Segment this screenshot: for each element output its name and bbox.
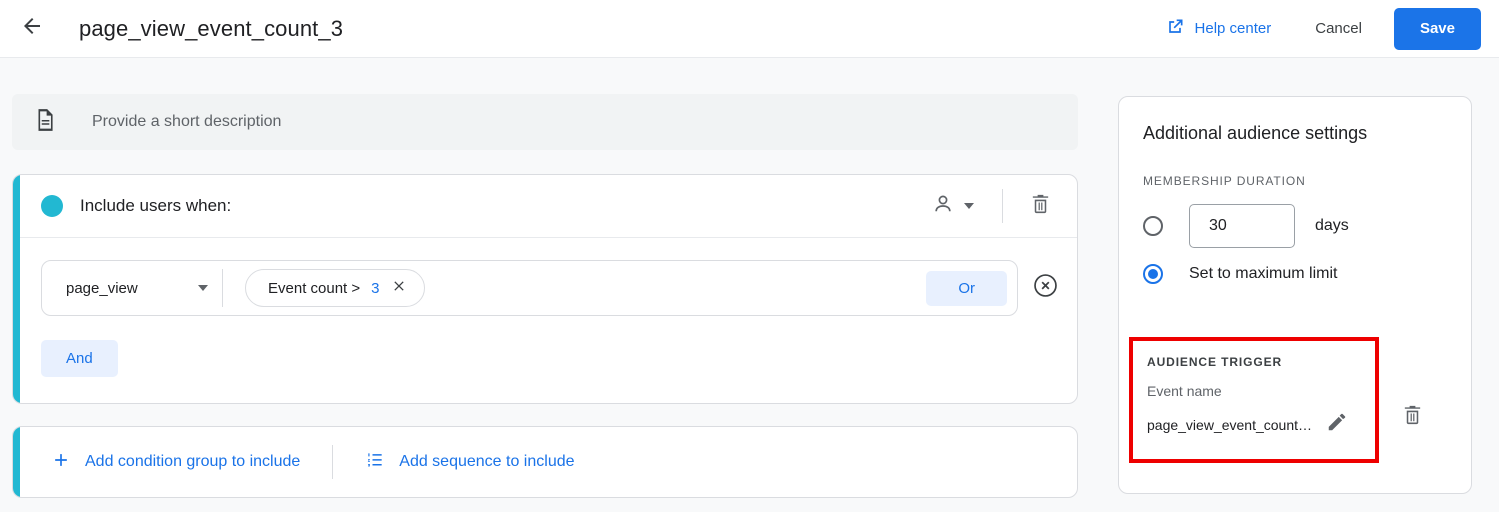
chip-value: 3 [371, 279, 380, 297]
days-input[interactable]: 30 [1189, 204, 1295, 248]
divider [222, 269, 223, 307]
chevron-down-icon [964, 203, 974, 209]
document-icon [32, 107, 58, 138]
event-count-filter-chip[interactable]: Event count > 3 [245, 269, 425, 307]
membership-duration-label: MEMBERSHIP DURATION [1143, 174, 1306, 188]
add-actions-card: Add condition group to include Add seque… [12, 426, 1078, 498]
save-button[interactable]: Save [1393, 7, 1481, 50]
radio-max-limit[interactable] [1143, 264, 1163, 284]
dimension-select[interactable]: page_view [46, 280, 222, 297]
audience-trigger-label: AUDIENCE TRIGGER [1147, 355, 1283, 369]
condition-row: page_view Event count > 3 Or [13, 238, 1077, 316]
chip-label: Event count > [268, 279, 361, 297]
panel-title: Additional audience settings [1143, 123, 1368, 143]
person-icon [931, 192, 955, 221]
additional-audience-settings-panel: Additional audience settings MEMBERSHIP … [1118, 96, 1472, 494]
condition-card-header: Include users when: [13, 175, 1077, 238]
add-condition-group-label: Add condition group to include [85, 453, 301, 470]
circle-close-icon [1032, 272, 1059, 304]
plus-icon [51, 450, 71, 475]
app-header: page_view_event_count_3 Help center Canc… [0, 0, 1499, 58]
description-placeholder: Provide a short description [92, 113, 282, 130]
add-sequence-label: Add sequence to include [399, 453, 575, 470]
arrow-left-icon [20, 14, 44, 43]
page-title: page_view_event_count_3 [79, 15, 344, 41]
back-button[interactable] [10, 7, 54, 51]
or-button[interactable]: Or [926, 270, 1007, 306]
audience-trigger-value: page_view_event_count… [1147, 416, 1313, 433]
membership-duration-days-option[interactable]: 30 days [1143, 204, 1447, 248]
help-center-link[interactable]: Help center [1155, 9, 1282, 49]
delete-audience-trigger-button[interactable] [1401, 403, 1424, 431]
membership-duration-max-option[interactable]: Set to maximum limit [1143, 264, 1447, 284]
audience-builder-column: Provide a short description Include user… [0, 58, 1100, 498]
scope-indicator-dot [41, 195, 63, 217]
add-condition-group-button[interactable]: Add condition group to include [41, 442, 310, 483]
header-actions: Help center Cancel Save [1155, 7, 1499, 50]
condition-card-tools [921, 184, 1059, 229]
divider [1002, 189, 1003, 223]
days-unit-label: days [1315, 217, 1349, 234]
event-name-label: Event name [1147, 383, 1222, 399]
audience-trigger-value-row: page_view_event_count… [1147, 411, 1375, 438]
include-users-label: Include users when: [80, 196, 232, 215]
edit-audience-trigger-button[interactable] [1326, 411, 1348, 438]
remove-condition-button[interactable] [1032, 272, 1059, 304]
scope-selector[interactable] [921, 184, 984, 229]
radio-days[interactable] [1143, 216, 1163, 236]
and-button[interactable]: And [41, 340, 118, 377]
description-field[interactable]: Provide a short description [12, 94, 1078, 150]
audience-trigger-highlight-box: AUDIENCE TRIGGER Event name page_view_ev… [1129, 337, 1379, 463]
condition-builder-box: page_view Event count > 3 Or [41, 260, 1018, 316]
cancel-button[interactable]: Cancel [1299, 11, 1378, 46]
trash-icon [1401, 405, 1424, 430]
close-icon[interactable] [391, 278, 407, 298]
chevron-down-icon [198, 285, 208, 291]
trash-icon [1029, 192, 1052, 220]
delete-condition-card-button[interactable] [1021, 187, 1059, 225]
pencil-icon [1326, 411, 1348, 438]
max-limit-label: Set to maximum limit [1189, 265, 1338, 282]
include-condition-card: Include users when: page_view Event coun… [12, 174, 1078, 404]
dimension-value: page_view [66, 279, 138, 297]
divider [332, 445, 334, 479]
add-sequence-button[interactable]: Add sequence to include [355, 442, 584, 483]
numbered-list-icon [365, 450, 385, 475]
and-row: And [13, 316, 1077, 403]
help-center-label: Help center [1194, 20, 1272, 37]
external-link-icon [1165, 17, 1185, 41]
